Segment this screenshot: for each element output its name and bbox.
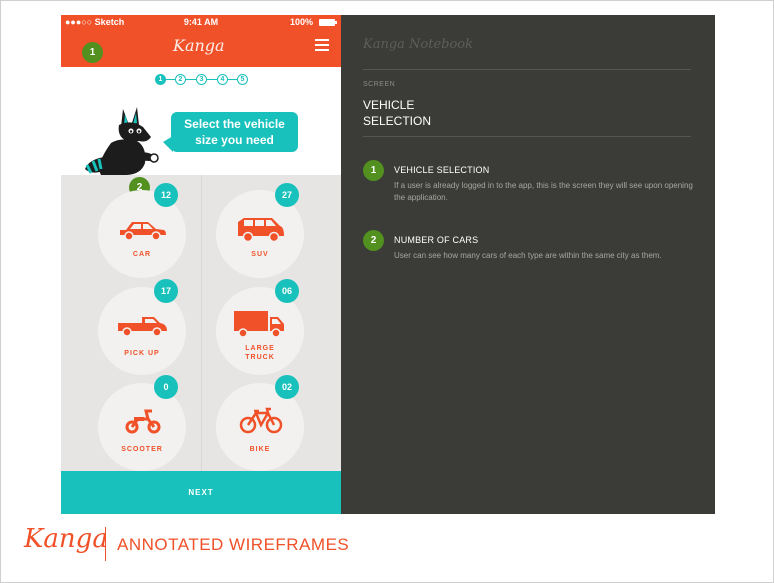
note-title-2: NUMBER OF CARS [394, 235, 479, 245]
annotation-marker-1: 1 [82, 42, 103, 63]
vehicle-label-truck: TRUCK [245, 354, 275, 361]
car-icon [120, 222, 166, 241]
vehicle-count-bike: 02 [275, 375, 299, 399]
vehicle-count-suv: 27 [275, 183, 299, 207]
screen-title-line-1: VEHICLE [363, 98, 415, 112]
step-3: 3 [196, 74, 207, 85]
note-marker-2: 2 [363, 230, 384, 251]
status-bar: ●●●○○ Sketch 9:41 AM 100% [61, 15, 341, 31]
kangaroo-mascot-icon [85, 107, 159, 175]
vehicle-count-large-truck: 06 [275, 279, 299, 303]
step-2: 2 [175, 74, 186, 85]
notebook-panel: Kanga Notebook SCREEN VEHICLE SELECTION … [341, 15, 715, 514]
battery-percent: 100% [289, 17, 313, 27]
footer-logo: Kanga [24, 524, 108, 554]
vehicle-label-car: CAR [132, 251, 152, 258]
screen-label: SCREEN [363, 81, 396, 88]
note-body-2: User can see how many cars of each type … [394, 251, 662, 260]
note-title-1: VEHICLE SELECTION [394, 165, 490, 175]
vehicle-label-large-truck: LARGE TRUCK [216, 344, 304, 362]
vehicle-count-pickup: 17 [154, 279, 178, 303]
phone-screen: ●●●○○ Sketch 9:41 AM 100% 1 Kanga 1 2 3 … [61, 15, 341, 514]
menu-icon[interactable] [315, 39, 329, 51]
bubble-line-1: Select the vehicle [184, 117, 285, 131]
step-4: 4 [217, 74, 228, 85]
vehicle-label-pickup: PICK UP [124, 350, 160, 357]
step-1: 1 [155, 74, 166, 85]
truck-icon [234, 311, 284, 338]
bike-icon [239, 407, 283, 434]
note-marker-1: 1 [363, 160, 384, 181]
next-button[interactable]: NEXT [61, 471, 341, 514]
suv-icon [238, 218, 284, 242]
footer-title: ANNOTATED WIREFRAMES [117, 535, 350, 554]
vehicle-count-car: 12 [154, 183, 178, 207]
step-5: 5 [237, 74, 248, 85]
footer-separator [105, 527, 106, 561]
note-body-1: If a user is already logged in to the ap… [394, 181, 693, 202]
grid-divider [201, 175, 202, 471]
app-logo: Kanga [173, 36, 225, 55]
battery-icon [319, 19, 337, 26]
instruction-bubble: Select the vehicle size you need [163, 112, 298, 152]
notebook-divider-bottom [363, 136, 691, 137]
vehicle-grid: 2 CAR 12 SUV 27 PICK UP 17 LARGE TRUCK 0… [61, 175, 341, 471]
vehicle-count-scooter: 0 [154, 375, 178, 399]
scooter-icon [125, 409, 161, 434]
notebook-title: Kanga Notebook [363, 37, 474, 52]
vehicle-label-large: LARGE [245, 345, 275, 352]
progress-steps: 1 2 3 4 5 [155, 74, 251, 86]
vehicle-label-suv: SUV [251, 251, 269, 258]
pickup-icon [118, 317, 167, 337]
bubble-line-2: size you need [195, 133, 274, 147]
screen-title: VEHICLE SELECTION [363, 97, 483, 129]
vehicle-label-scooter: SCOOTER [121, 446, 163, 453]
notebook-divider-top [363, 69, 691, 70]
progress-area: 1 2 3 4 5 Select the vehicle size you ne… [61, 67, 341, 175]
vehicle-label-bike: BIKE [249, 446, 271, 453]
screen-title-line-2: SELECTION [363, 114, 432, 128]
